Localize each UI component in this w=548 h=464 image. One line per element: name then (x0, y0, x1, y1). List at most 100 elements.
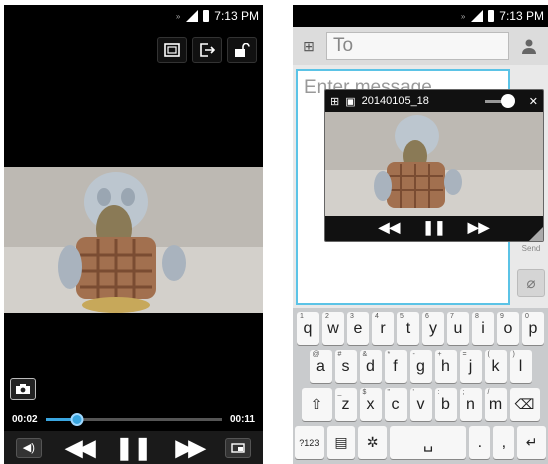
key-alt-label: 6 (425, 313, 429, 320)
popup-volume-slider[interactable] (484, 93, 515, 108)
key-x[interactable]: $ x (359, 388, 382, 421)
video-frame[interactable] (4, 167, 263, 313)
space-key[interactable]: ␣ (389, 426, 467, 459)
lock-button[interactable] (227, 37, 257, 63)
popup-video-frame[interactable] (325, 112, 543, 216)
notification-icon: » (460, 11, 466, 21)
key-label: z (341, 395, 350, 413)
key-label: q (303, 319, 313, 337)
key-j[interactable]: = j (459, 350, 482, 383)
key-label: h (441, 357, 450, 375)
key-u[interactable]: 7u (447, 312, 469, 345)
comma-key[interactable]: , (493, 426, 515, 459)
key-label: b (441, 395, 450, 413)
key-label: x (366, 395, 375, 413)
key-c[interactable]: " c (384, 388, 407, 421)
key-p[interactable]: 0p (522, 312, 544, 345)
key-label: i (481, 319, 485, 337)
forward-button[interactable]: ▶▶ (175, 434, 206, 461)
key-r[interactable]: 4r (372, 312, 394, 345)
paperclip-icon: ⌀ (526, 275, 536, 292)
key-t[interactable]: 5t (397, 312, 419, 345)
capture-button[interactable] (10, 378, 36, 400)
key-alt-label: 0 (525, 313, 529, 320)
key-z[interactable]: _ z (334, 388, 357, 421)
status-bar: » 7:13 PM (4, 5, 263, 27)
key-l[interactable]: ) l (509, 350, 532, 383)
exit-button[interactable] (192, 37, 222, 63)
volume-button[interactable]: ◀) (15, 437, 42, 458)
key-alt-label: 2 (325, 313, 329, 320)
key-alt-label: " (387, 389, 391, 396)
key-k[interactable]: (k (484, 350, 507, 383)
fast-forward-icon: ▶▶ (175, 434, 206, 460)
key-h[interactable]: + h (434, 350, 457, 383)
key-alt-label: : (437, 389, 440, 396)
popup-player[interactable]: ⊞ ▣ 20140105_18 ✕ ◀◀ ❚❚ ▶▶ (324, 89, 544, 242)
grid-icon[interactable]: ⊞ (298, 35, 320, 57)
key-b[interactable]: :b (434, 388, 457, 421)
key-f[interactable]: * f (384, 350, 407, 383)
shift-key[interactable]: ⇧ (301, 388, 332, 421)
key-o[interactable]: 9o (497, 312, 519, 345)
popup-rewind-icon[interactable]: ◀◀ (379, 219, 401, 236)
popup-title-bar: ⊞ ▣ 20140105_18 ✕ (325, 90, 543, 112)
popup-fullscreen-icon[interactable]: ▣ (345, 95, 355, 108)
key-v[interactable]: ' v (409, 388, 432, 421)
popup-pause-icon[interactable]: ❚❚ (422, 219, 445, 236)
screen-mode-icon (231, 442, 245, 453)
mode-key[interactable]: ?123 (295, 426, 324, 459)
key-alt-label: ) (512, 351, 515, 358)
key-label: y (429, 319, 437, 337)
clipboard-key[interactable]: ▤ (326, 426, 356, 459)
progress-row: 00:02 00:11 (12, 410, 255, 428)
settings-key[interactable]: ✲ (358, 426, 387, 459)
key-w[interactable]: 2w (322, 312, 344, 345)
delete-key[interactable]: ⌫ (509, 388, 540, 421)
key-label: j (468, 357, 473, 375)
key-e[interactable]: 3e (347, 312, 369, 345)
key-label: d (366, 357, 375, 375)
key-alt-label: _ (337, 389, 342, 396)
key-i[interactable]: 8i (472, 312, 494, 345)
popup-title: 20140105_18 (361, 95, 429, 107)
key-m[interactable]: / m (484, 388, 507, 421)
progress-knob[interactable] (70, 412, 84, 426)
key-label: t (405, 319, 411, 337)
contact-button[interactable] (515, 32, 543, 60)
popup-play-button[interactable] (157, 37, 187, 63)
attach-button[interactable]: ⌀ (517, 269, 545, 297)
period-key[interactable]: . (469, 426, 491, 459)
key-d[interactable]: & d (359, 350, 382, 383)
key-n[interactable]: ; n (459, 388, 482, 421)
key-alt-label: $ (362, 389, 367, 396)
close-icon[interactable]: ✕ (529, 95, 538, 108)
key-y[interactable]: 6y (422, 312, 444, 345)
progress-bar[interactable] (45, 412, 222, 426)
key-alt-label: 3 (350, 313, 354, 320)
popup-forward-icon[interactable]: ▶▶ (468, 219, 490, 236)
resize-handle[interactable] (529, 227, 543, 241)
player-top-icons (157, 37, 257, 63)
space-icon: ␣ (423, 434, 434, 452)
key-q[interactable]: 1q (297, 312, 319, 345)
key-alt-label: = (462, 351, 467, 358)
key-row-4: ?123 ▤ ✲ ␣ . , ↵ (295, 426, 546, 459)
enter-key[interactable]: ↵ (517, 426, 546, 459)
popup-grid-icon[interactable]: ⊞ (330, 95, 339, 108)
key-label: u (453, 319, 463, 337)
key-s[interactable]: # s (334, 350, 357, 383)
popup-play-icon (164, 43, 180, 57)
pause-button[interactable]: ❚❚ (115, 435, 152, 461)
rewind-button[interactable]: ◀◀ (66, 435, 96, 461)
screen-mode-button[interactable] (225, 437, 252, 458)
key-alt-label: & (362, 351, 368, 358)
key-g[interactable]: -g (409, 350, 432, 383)
send-button[interactable]: Send (515, 244, 547, 253)
key-a[interactable]: @ a (309, 350, 332, 383)
key-label: g (416, 357, 425, 375)
key-row-1: 1q2w3e4r5t6y7u8i9o0p (295, 312, 546, 345)
recipient-field[interactable]: To (326, 32, 509, 60)
volume-knob[interactable] (500, 93, 515, 108)
status-time: 7:13 PM (214, 9, 259, 23)
